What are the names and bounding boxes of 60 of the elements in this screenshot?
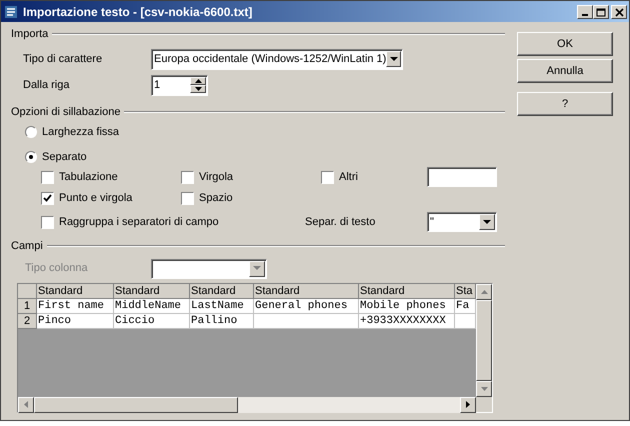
charset-dropdown[interactable]: Europa occidentale (Windows-1252/WinLatin 1) xyxy=(151,48,403,70)
field-label: Tipo colonna xyxy=(25,261,89,276)
minimize-icon xyxy=(582,14,588,16)
column-header[interactable]: Standard xyxy=(114,284,190,298)
down-arrow-icon xyxy=(194,87,202,91)
table-cell: Pinco xyxy=(37,314,114,328)
table-cell: General phones xyxy=(254,298,359,314)
dropdown-arrow-icon xyxy=(253,266,261,271)
checkbox-option[interactable]: Virgola xyxy=(181,167,321,187)
table-cell: Ciccio xyxy=(114,314,190,328)
row-spinner[interactable]: 1 xyxy=(151,74,208,96)
table-cell xyxy=(455,314,476,328)
up-arrow-icon xyxy=(480,290,488,294)
table-cell: Pallino xyxy=(190,314,254,328)
row-number: 1 xyxy=(18,298,37,314)
table-cell: Fa xyxy=(455,298,476,314)
checkbox-option[interactable]: Raggruppa i separatori di campo xyxy=(41,212,305,232)
table-cell: +3933XXXXXXXX xyxy=(359,314,455,328)
column-header[interactable]: Standard xyxy=(254,284,359,298)
horizontal-scrollbar[interactable] xyxy=(18,396,476,412)
maximize-icon xyxy=(594,6,608,18)
window-title: Importazione testo - [csv-nokia-6600.txt] xyxy=(23,4,254,20)
table-cell: LastName xyxy=(190,298,254,314)
table-cell: Mobile phones xyxy=(359,298,455,314)
section-heading: Importa xyxy=(11,27,48,42)
cancel-button[interactable]: Annulla xyxy=(517,59,613,83)
minimize-button[interactable] xyxy=(577,4,593,18)
radio-option[interactable]: Larghezza fissa xyxy=(11,124,505,140)
right-arrow-icon xyxy=(466,401,470,408)
field-label: Separ. di testo xyxy=(305,214,376,230)
table-cell: First name xyxy=(37,298,114,314)
dropdown-arrow-icon xyxy=(390,56,398,62)
radio-option[interactable]: Separato xyxy=(11,148,505,165)
checkbox-option[interactable]: Tabulazione xyxy=(41,167,181,187)
table-cell: MiddleName xyxy=(114,298,190,314)
column-header[interactable]: Standard xyxy=(359,284,455,298)
checkbox-option[interactable]: Punto e virgola xyxy=(41,188,181,208)
help-button[interactable]: ? xyxy=(517,92,613,116)
section-heading: Opzioni di sillabazione xyxy=(11,104,120,120)
column-header[interactable]: Standard xyxy=(37,284,114,298)
checkbox-option[interactable]: Spazio xyxy=(181,188,321,208)
left-arrow-icon xyxy=(24,401,28,408)
up-arrow-icon xyxy=(194,79,202,83)
checkbox-option[interactable]: Altri xyxy=(321,167,427,187)
column-header[interactable]: Standard xyxy=(190,284,254,298)
field-label: Tipo di carattere xyxy=(23,52,104,67)
down-arrow-icon xyxy=(480,386,488,390)
maximize-button[interactable] xyxy=(593,4,609,18)
other-separator-field[interactable] xyxy=(427,167,497,187)
app-icon xyxy=(3,4,19,20)
vertical-scrollbar[interactable] xyxy=(476,284,492,396)
dropdown-arrow-icon xyxy=(483,220,491,224)
checkmark-icon xyxy=(43,194,52,202)
field-label: Dalla riga xyxy=(23,78,70,93)
column-header[interactable]: Sta xyxy=(455,284,476,298)
text-delimiter-dropdown[interactable]: " xyxy=(427,212,497,232)
section-heading: Campi xyxy=(11,239,43,254)
row-number: 2 xyxy=(18,314,37,328)
close-button[interactable] xyxy=(611,4,627,18)
ok-button[interactable]: OK xyxy=(517,32,613,56)
